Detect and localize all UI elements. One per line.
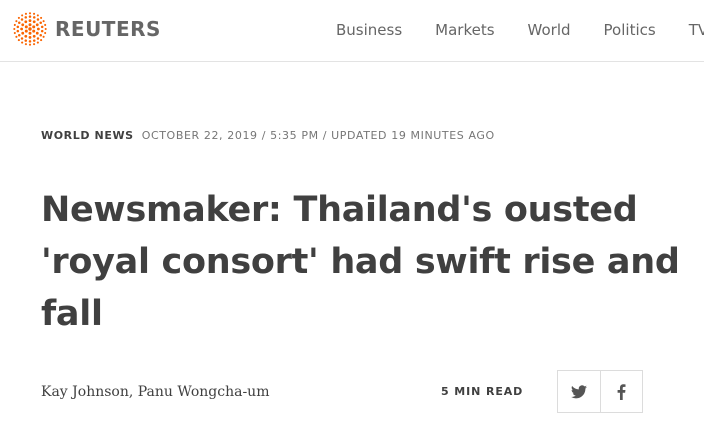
twitter-icon xyxy=(570,384,587,398)
logo-dot xyxy=(24,43,27,46)
headline: Newsmaker: Thailand's ousted 'royal cons… xyxy=(41,190,680,334)
logo-dot xyxy=(44,23,47,26)
dateline: OCTOBER 22, 2019 / 5:35 PM / UPDATED 19 … xyxy=(141,129,495,142)
logo-dot xyxy=(15,20,18,23)
logo-dot xyxy=(40,16,43,19)
logo-dot xyxy=(28,12,32,15)
nav-item-business[interactable]: Business xyxy=(336,20,402,40)
reuters-logo[interactable]: REUTERS xyxy=(13,11,161,47)
logo-dot xyxy=(35,23,39,27)
nav-item-world[interactable]: World xyxy=(528,20,571,40)
logo-dot xyxy=(32,25,36,29)
logo-dot xyxy=(32,39,36,42)
logo-dot xyxy=(18,21,21,25)
logo-dot xyxy=(13,32,16,35)
logo-dot xyxy=(28,36,32,39)
brand-name: REUTERS xyxy=(55,17,161,41)
logo-dot xyxy=(20,18,24,21)
logo-dot xyxy=(28,19,32,22)
logo-dot xyxy=(32,16,36,19)
facebook-icon xyxy=(617,383,626,400)
read-time: 5 MIN READ xyxy=(441,385,524,398)
logo-dot xyxy=(28,40,32,43)
logo-dot xyxy=(42,35,45,38)
logo-dot xyxy=(21,31,25,35)
logo-dot xyxy=(16,25,20,29)
logo-dot xyxy=(33,12,36,15)
logo-dot xyxy=(36,41,39,44)
logo-dot xyxy=(21,14,24,17)
logo-dot xyxy=(36,37,40,40)
section-label[interactable]: WORLD NEWS xyxy=(41,129,134,142)
logo-dot xyxy=(32,34,36,38)
logo-dot xyxy=(18,33,21,37)
logo-dot xyxy=(32,29,36,33)
logo-dot xyxy=(24,12,27,15)
logo-dot xyxy=(42,20,45,23)
logo-dot xyxy=(24,20,28,24)
article-meta: WORLD NEWS OCTOBER 22, 2019 / 5:35 PM / U… xyxy=(41,128,495,144)
nav-item-tv[interactable]: TV xyxy=(689,20,704,40)
site-header: REUTERS Business Markets World Politics … xyxy=(0,0,704,62)
logo-dot xyxy=(24,29,28,33)
logo-dot xyxy=(24,25,28,29)
logo-dot xyxy=(40,29,44,33)
logo-dot xyxy=(20,27,23,31)
logo-dot xyxy=(35,31,39,35)
logo-dot xyxy=(33,43,36,46)
logo-dot xyxy=(28,23,32,27)
logo-dot xyxy=(15,35,18,38)
logo-dot xyxy=(36,14,39,17)
logo-dot xyxy=(13,27,16,31)
logo-dot xyxy=(13,23,16,26)
logo-dot xyxy=(32,20,36,24)
logo-dot xyxy=(44,27,47,31)
logo-dot xyxy=(39,33,42,37)
logo-dot xyxy=(36,18,40,21)
share-twitter-button[interactable] xyxy=(558,371,600,412)
logo-dot xyxy=(24,39,28,42)
logo-dot xyxy=(40,39,43,42)
logo-dot xyxy=(24,34,28,38)
logo-dot xyxy=(40,25,44,29)
logo-dot xyxy=(17,39,20,42)
nav-item-markets[interactable]: Markets xyxy=(435,20,494,40)
main-nav: Business Markets World Politics TV xyxy=(336,20,704,40)
logo-dot xyxy=(28,15,32,18)
reuters-logo-icon xyxy=(13,12,47,46)
share-buttons xyxy=(557,370,643,413)
logo-dot xyxy=(28,31,32,35)
logo-dot xyxy=(21,23,25,27)
nav-item-politics[interactable]: Politics xyxy=(604,20,656,40)
logo-dot xyxy=(44,32,47,35)
logo-dot xyxy=(37,27,40,31)
logo-dot xyxy=(28,43,32,46)
logo-dot xyxy=(28,27,32,31)
share-facebook-button[interactable] xyxy=(599,371,643,412)
logo-dot xyxy=(17,16,20,19)
logo-dot xyxy=(20,37,24,40)
author-links[interactable]: Kay Johnson, Panu Wongcha-um xyxy=(41,384,269,400)
logo-dot xyxy=(24,16,28,19)
logo-dot xyxy=(39,21,42,25)
logo-dot xyxy=(21,41,24,44)
byline: Kay Johnson, Panu Wongcha-um xyxy=(41,382,269,402)
logo-dot xyxy=(16,29,20,33)
